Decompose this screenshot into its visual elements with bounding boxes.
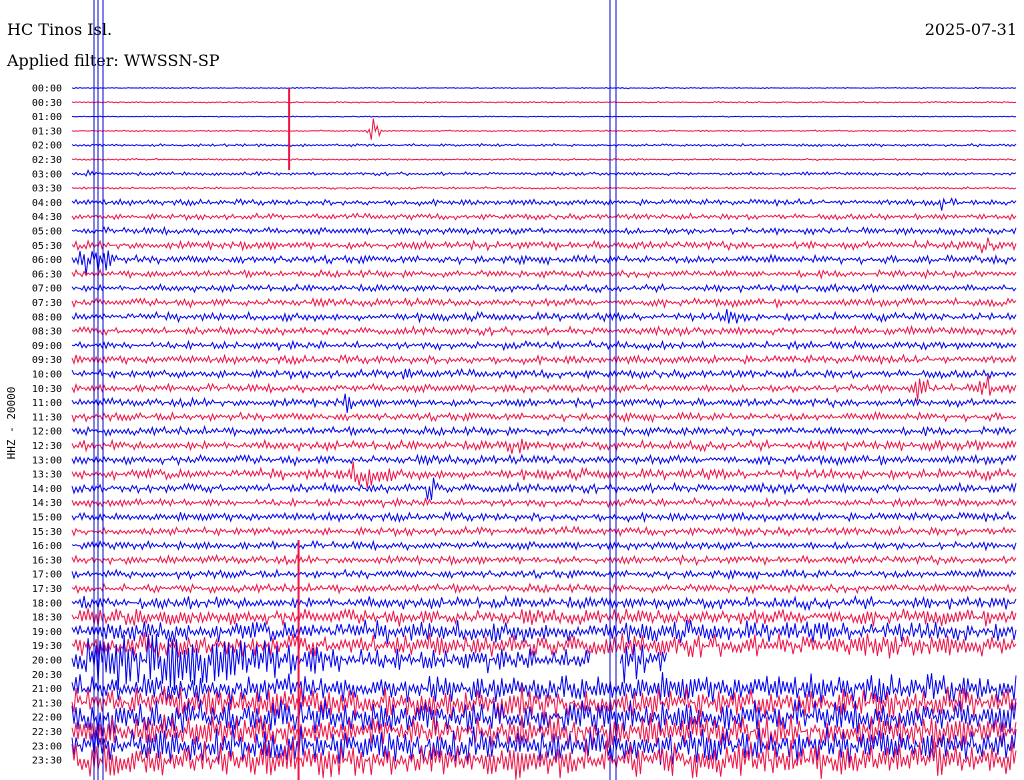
seismic-trace-0900 <box>71 339 1017 352</box>
time-tick-label: 19:00 <box>32 627 62 638</box>
time-tick-label: 00:00 <box>32 84 62 95</box>
time-tick-label: 00:30 <box>32 98 62 109</box>
time-tick-label: 09:30 <box>32 355 62 366</box>
seismic-trace-0230 <box>71 157 1017 162</box>
time-tick-label: 05:30 <box>32 241 62 252</box>
seismic-trace-1730 <box>71 582 1017 595</box>
time-tick-label: 08:30 <box>32 327 62 338</box>
time-tick-label: 10:00 <box>32 370 62 381</box>
time-tick-label: 03:30 <box>32 184 62 195</box>
time-tick-label: 12:00 <box>32 427 62 438</box>
seismic-trace-0300 <box>71 168 1017 177</box>
seismic-trace-0800 <box>71 309 1017 324</box>
seismic-trace-0100 <box>71 115 1017 118</box>
time-tick-label: 22:30 <box>32 727 62 738</box>
time-tick-label: 20:30 <box>32 670 62 681</box>
seismic-trace-0400 <box>71 197 1017 211</box>
time-tick-label: 20:00 <box>32 656 62 667</box>
seismic-traces <box>71 86 1017 780</box>
seismic-trace-1900 <box>71 619 1017 644</box>
seismic-trace-0000 <box>71 86 1017 90</box>
seismic-trace-1400 <box>71 477 1017 500</box>
time-tick-label: 10:30 <box>32 384 62 395</box>
time-tick-label: 18:00 <box>32 598 62 609</box>
seismic-trace-1030 <box>71 375 1017 401</box>
time-tick-label: 17:30 <box>32 584 62 595</box>
seismic-trace-1700 <box>71 567 1017 581</box>
seismic-trace-0430 <box>71 212 1017 222</box>
time-tick-label: 15:30 <box>32 527 62 538</box>
seismogram-plot: HHZ - 20000 00:00 00:30 01:00 01:30 02:00 02:… <box>5 0 1017 780</box>
time-tick-label: 13:00 <box>32 455 62 466</box>
time-tick-label: 23:30 <box>32 756 62 767</box>
seismic-trace-0700 <box>71 282 1017 294</box>
time-tick-label: 01:00 <box>32 112 62 123</box>
time-tick-label: 21:30 <box>32 698 62 709</box>
time-tick-label: 16:30 <box>32 555 62 566</box>
time-tick-label: 21:00 <box>32 684 62 695</box>
seismic-trace-1230 <box>71 438 1017 454</box>
seismic-trace-0930 <box>71 353 1017 366</box>
seismic-trace-0830 <box>71 324 1017 338</box>
time-tick-label: 05:00 <box>32 227 62 238</box>
time-tick-label: 04:00 <box>32 198 62 209</box>
seismic-trace-0530 <box>71 237 1017 254</box>
seismic-trace-1600 <box>71 539 1017 552</box>
time-tick-label: 03:00 <box>32 169 62 180</box>
time-tick-label: 04:30 <box>32 212 62 223</box>
seismic-trace-0200 <box>71 142 1017 148</box>
time-tick-label: 06:30 <box>32 269 62 280</box>
time-tick-label: 15:00 <box>32 513 62 524</box>
seismic-trace-0630 <box>71 268 1017 280</box>
time-tick-label: 16:00 <box>32 541 62 552</box>
time-tick-label: 13:30 <box>32 470 62 481</box>
time-tick-label: 11:30 <box>32 412 62 423</box>
seismic-trace-1330 <box>71 461 1017 489</box>
time-tick-label: 14:00 <box>32 484 62 495</box>
seismic-trace-1100 <box>71 393 1017 413</box>
seismic-trace-0500 <box>71 225 1017 237</box>
seismic-trace-1830 <box>71 607 1017 627</box>
seismic-trace-1000 <box>71 367 1017 381</box>
seismic-trace-1300 <box>71 453 1017 467</box>
time-tick-label: 09:00 <box>32 341 62 352</box>
time-tick-labels: 00:00 00:30 01:00 01:30 02:00 02:30 03:00 03:30… <box>32 84 62 767</box>
time-tick-label: 07:30 <box>32 298 62 309</box>
time-tick-label: 19:30 <box>32 641 62 652</box>
time-tick-label: 22:00 <box>32 713 62 724</box>
time-tick-label: 02:30 <box>32 155 62 166</box>
seismic-trace-1630 <box>71 553 1017 567</box>
seismic-trace-1130 <box>71 410 1017 424</box>
seismic-trace-1800 <box>71 594 1017 612</box>
seismic-trace-1200 <box>71 424 1017 438</box>
seismic-trace-0600 <box>71 250 1017 276</box>
seismic-trace-1430 <box>71 496 1017 509</box>
time-tick-label: 07:00 <box>32 284 62 295</box>
time-tick-label: 17:00 <box>32 570 62 581</box>
time-tick-label: 14:30 <box>32 498 62 509</box>
time-tick-label: 08:00 <box>32 312 62 323</box>
seismic-trace-0730 <box>71 296 1017 310</box>
seismic-trace-0330 <box>71 186 1017 191</box>
seismic-trace-1500 <box>71 510 1017 524</box>
seismic-trace-0130 <box>71 118 1017 140</box>
seismic-trace-0030 <box>71 100 1017 104</box>
y-axis-label: HHZ - 20000 <box>5 387 18 460</box>
seismic-trace-2300 <box>71 724 1017 765</box>
time-tick-label: 06:00 <box>32 255 62 266</box>
seismic-trace-1530 <box>71 525 1017 538</box>
time-tick-label: 02:00 <box>32 141 62 152</box>
time-tick-label: 11:00 <box>32 398 62 409</box>
time-tick-label: 12:30 <box>32 441 62 452</box>
time-tick-label: 18:30 <box>32 613 62 624</box>
time-tick-label: 23:00 <box>32 741 62 752</box>
time-tick-label: 01:30 <box>32 126 62 137</box>
